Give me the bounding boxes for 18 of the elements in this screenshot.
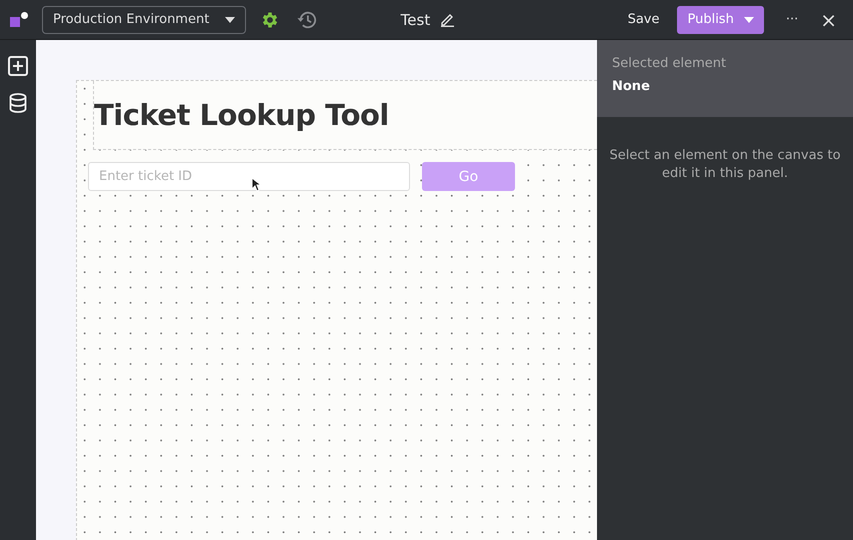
cursor-icon — [251, 177, 261, 192]
environment-dropdown[interactable]: Production Environment — [42, 6, 246, 34]
logo-icon — [10, 12, 28, 28]
edit-icon[interactable] — [440, 12, 456, 27]
ticket-id-field[interactable]: Enter ticket ID — [88, 162, 410, 191]
close-button[interactable]: × — [814, 6, 843, 32]
panel-hint: Select an element on the canvas to edit it in this panel. — [608, 147, 842, 183]
caret-icon — [744, 16, 754, 22]
history-icon[interactable] — [296, 10, 318, 30]
more-button[interactable]: ··· — [780, 11, 804, 28]
heading: Ticket Lookup Tool — [94, 98, 389, 132]
selected-value: None — [612, 79, 651, 94]
add-icon[interactable] — [8, 56, 28, 76]
app-title: Test — [400, 10, 430, 28]
caret-icon — [225, 16, 236, 22]
panel-label: Selected element — [612, 56, 728, 71]
save-button[interactable]: Save — [622, 11, 666, 28]
database-icon[interactable] — [9, 93, 27, 113]
